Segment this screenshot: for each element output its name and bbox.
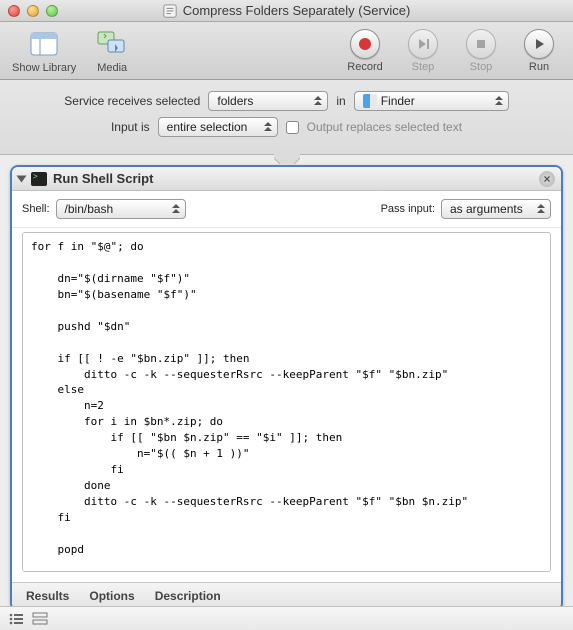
terminal-icon (31, 172, 47, 186)
config-notch (274, 151, 300, 164)
remove-action-button[interactable]: × (539, 171, 555, 187)
tab-options[interactable]: Options (89, 589, 134, 603)
output-replaces-checkbox[interactable] (286, 121, 299, 134)
titlebar: Compress Folders Separately (Service) (0, 0, 573, 22)
library-icon (28, 28, 60, 60)
step-icon (416, 37, 430, 51)
pass-input-select[interactable]: as arguments (441, 199, 551, 219)
app-select[interactable]: Finder (354, 91, 509, 111)
toolbar: Show Library Media Record Step Stop Run (0, 22, 573, 80)
run-label: Run (529, 61, 549, 73)
media-icon (96, 28, 128, 60)
traffic-lights (8, 5, 58, 17)
action-title: Run Shell Script (53, 171, 533, 186)
media-button[interactable]: Media (90, 28, 134, 74)
workflow-icon (163, 4, 177, 18)
stop-icon (474, 37, 488, 51)
show-library-button[interactable]: Show Library (12, 28, 76, 74)
run-button[interactable]: Run (517, 29, 561, 73)
show-library-label: Show Library (12, 62, 76, 74)
script-textarea[interactable]: for f in "$@"; do dn="$(dirname "$f")" b… (22, 232, 551, 572)
minimize-window-button[interactable] (27, 5, 39, 17)
pass-input-label: Pass input: (381, 203, 435, 215)
output-replaces-label: Output replaces selected text (307, 120, 462, 134)
step-button[interactable]: Step (401, 29, 445, 73)
service-config: Service receives selected folders in Fin… (0, 80, 573, 155)
record-icon (358, 37, 372, 51)
window-title-text: Compress Folders Separately (Service) (183, 3, 411, 18)
input-is-label: Input is (111, 120, 150, 134)
input-is-select[interactable]: entire selection (158, 117, 278, 137)
close-window-button[interactable] (8, 5, 20, 17)
action-footer: Results Options Description (12, 582, 561, 609)
receives-select[interactable]: folders (208, 91, 328, 111)
window-title: Compress Folders Separately (Service) (0, 3, 573, 18)
shell-select[interactable]: /bin/bash (56, 199, 186, 219)
record-label: Record (347, 61, 382, 73)
stop-label: Stop (470, 61, 493, 73)
run-icon (532, 37, 546, 51)
in-label: in (336, 94, 345, 108)
stop-button[interactable]: Stop (459, 29, 503, 73)
action-header[interactable]: Run Shell Script × (12, 167, 561, 191)
zoom-window-button[interactable] (46, 5, 58, 17)
finder-icon (363, 94, 377, 108)
flow-view-icon[interactable] (32, 612, 48, 626)
shell-label: Shell: (22, 203, 50, 215)
action-card: Run Shell Script × Shell: /bin/bash Pass… (10, 165, 563, 611)
media-label: Media (97, 62, 127, 74)
tab-description[interactable]: Description (155, 589, 221, 603)
record-button[interactable]: Record (343, 29, 387, 73)
receives-label: Service receives selected (64, 94, 200, 108)
step-label: Step (412, 61, 435, 73)
list-view-icon[interactable] (8, 612, 24, 626)
disclosure-triangle-icon[interactable] (17, 175, 27, 182)
tab-results[interactable]: Results (26, 589, 69, 603)
status-bar (0, 606, 573, 630)
